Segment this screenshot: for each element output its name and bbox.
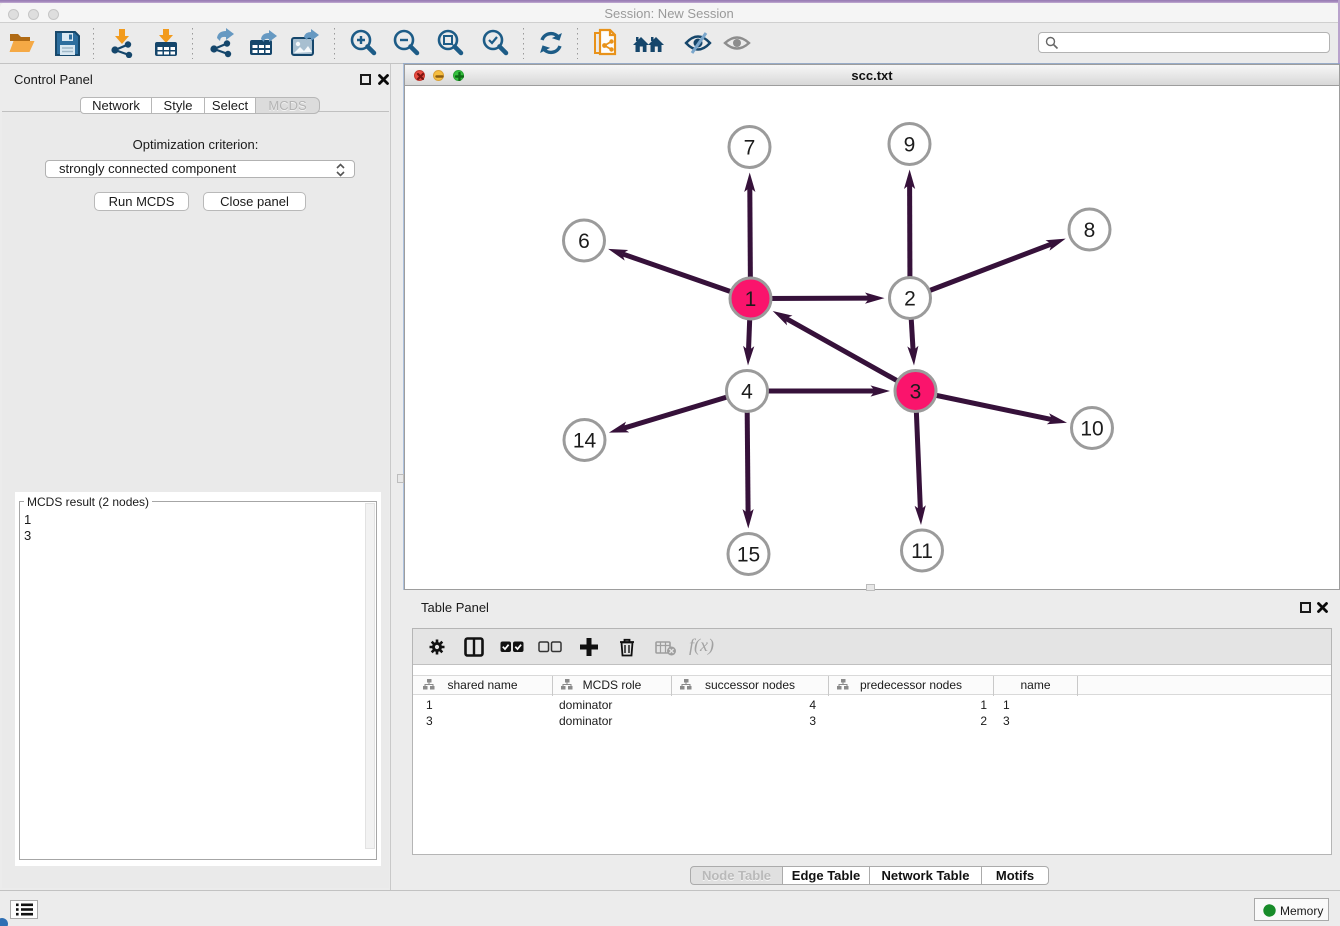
svg-text:8: 8 (1084, 219, 1096, 242)
svg-text:6: 6 (578, 230, 590, 253)
svg-text:11: 11 (911, 540, 933, 563)
svg-text:14: 14 (573, 430, 597, 453)
svg-text:4: 4 (741, 381, 753, 404)
svg-text:15: 15 (737, 544, 760, 567)
svg-text:1: 1 (745, 288, 757, 311)
svg-text:9: 9 (904, 134, 916, 157)
svg-text:2: 2 (904, 288, 916, 311)
svg-text:7: 7 (744, 137, 756, 160)
svg-text:10: 10 (1080, 418, 1103, 441)
svg-text:3: 3 (910, 381, 922, 404)
